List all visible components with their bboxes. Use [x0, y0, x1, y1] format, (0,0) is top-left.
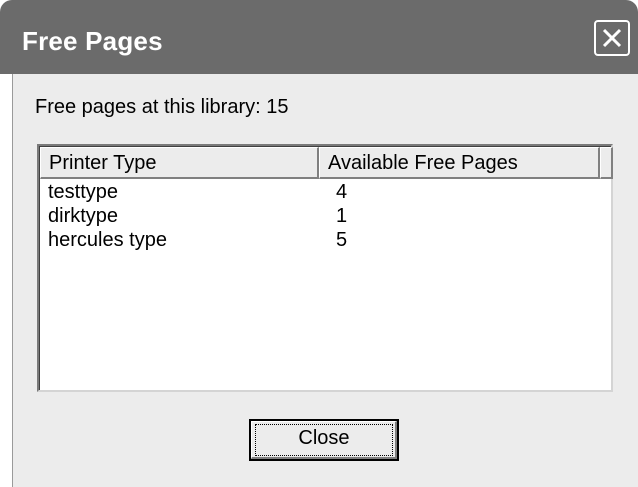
list-header: Printer Type Available Free Pages — [40, 147, 613, 179]
printer-list-view[interactable]: Printer Type Available Free Pages testty… — [37, 144, 613, 392]
column-header-available-free-pages[interactable]: Available Free Pages — [319, 147, 600, 179]
table-row[interactable]: dirktype 1 — [40, 205, 611, 229]
title-close-button[interactable] — [594, 20, 630, 56]
column-header-filler — [600, 147, 613, 179]
window-left-frame — [0, 74, 12, 487]
list-inner: Printer Type Available Free Pages testty… — [39, 146, 613, 390]
printer-type-cell: testtype — [48, 181, 119, 203]
free-pages-cell: 1 — [336, 205, 348, 227]
free-pages-dialog: Free Pages Free pages at this library: 1… — [0, 0, 638, 487]
printer-type-cell: dirktype — [48, 205, 119, 227]
table-row[interactable]: testtype 4 — [40, 181, 611, 205]
free-pages-cell: 4 — [336, 181, 348, 203]
list-rows: testtype 4 dirktype 1 hercules type 5 — [40, 181, 611, 253]
dialog-body: Free pages at this library: 15 Printer T… — [12, 74, 638, 487]
free-pages-summary: Free pages at this library: 15 — [35, 96, 289, 118]
title-bar[interactable]: Free Pages — [0, 0, 638, 74]
printer-type-cell: hercules type — [48, 229, 167, 251]
close-button-label: Close — [298, 427, 350, 449]
column-header-printer-type[interactable]: Printer Type — [40, 147, 319, 179]
window-title: Free Pages — [22, 26, 163, 56]
close-button[interactable]: Close — [249, 419, 399, 461]
free-pages-cell: 5 — [336, 229, 348, 251]
table-row[interactable]: hercules type 5 — [40, 229, 611, 253]
